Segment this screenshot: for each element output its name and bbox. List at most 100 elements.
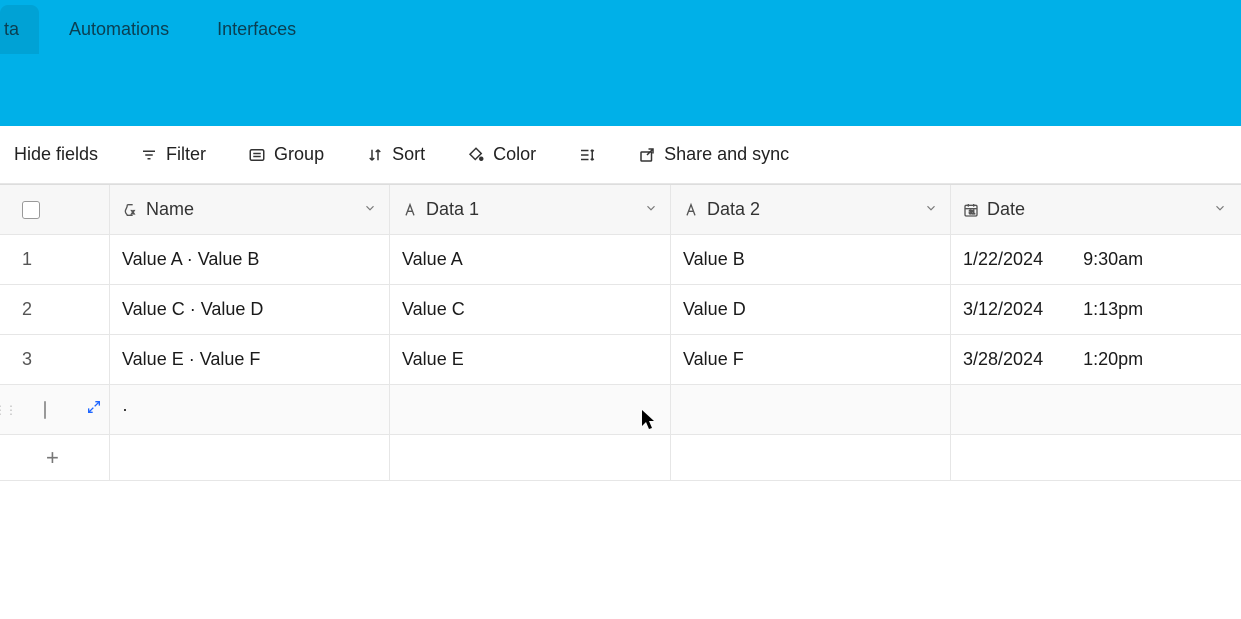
header-spacer: [0, 58, 1241, 126]
color-label: Color: [493, 144, 536, 165]
plus-icon: +: [22, 445, 59, 471]
cell-value: Value C · Value D: [122, 299, 263, 320]
cell-value: Value F: [683, 349, 744, 370]
row-num-label: 2: [22, 299, 32, 320]
cell-data1[interactable]: Value A: [390, 235, 671, 284]
share-sync-label: Share and sync: [664, 144, 789, 165]
new-row[interactable]: ⋮⋮ ·: [0, 385, 1241, 435]
drag-handle-icon[interactable]: ⋮⋮: [0, 403, 16, 417]
svg-text:31: 31: [969, 210, 975, 216]
new-row-name[interactable]: ·: [110, 385, 390, 434]
cell-date[interactable]: 3/12/2024 1:13pm: [951, 285, 1239, 334]
top-header: ta Automations Interfaces: [0, 0, 1241, 126]
cell-value: Value A: [402, 249, 463, 270]
time-value: 9:30am: [1083, 249, 1143, 270]
column-header-name[interactable]: x Name: [110, 185, 390, 234]
sort-button[interactable]: Sort: [360, 140, 431, 169]
cell-date[interactable]: 3/28/2024 1:20pm: [951, 335, 1239, 384]
group-label: Group: [274, 144, 324, 165]
tab-data[interactable]: ta: [0, 5, 39, 54]
row-num-label: 3: [22, 349, 32, 370]
column-header-data2[interactable]: Data 2: [671, 185, 951, 234]
cell-data2[interactable]: Value D: [671, 285, 951, 334]
sort-label: Sort: [392, 144, 425, 165]
column-header-data1[interactable]: Data 1: [390, 185, 671, 234]
new-row-data1[interactable]: [390, 385, 671, 434]
column-header-date[interactable]: 31 Date: [951, 185, 1239, 234]
empty-cell: [671, 435, 951, 480]
cell-data1[interactable]: Value E: [390, 335, 671, 384]
chevron-down-icon[interactable]: [1213, 199, 1227, 220]
cell-value: Value A · Value B: [122, 249, 259, 270]
row-height-button[interactable]: [572, 142, 602, 168]
time-value: 1:13pm: [1083, 299, 1143, 320]
cell-name[interactable]: Value C · Value D: [110, 285, 390, 334]
cell-value: Value E: [402, 349, 464, 370]
new-row-controls: ⋮⋮: [0, 385, 110, 434]
chevron-down-icon[interactable]: [924, 199, 938, 220]
svg-text:x: x: [131, 210, 134, 216]
tab-interfaces[interactable]: Interfaces: [193, 5, 320, 54]
cell-data2[interactable]: Value B: [671, 235, 951, 284]
cell-value: Value E · Value F: [122, 349, 260, 370]
header-checkbox-cell[interactable]: [0, 185, 110, 234]
empty-cell: [110, 435, 390, 480]
filter-icon: [140, 146, 158, 164]
cell-value: Value C: [402, 299, 465, 320]
filter-label: Filter: [166, 144, 206, 165]
row-number: 2: [0, 285, 110, 334]
new-row-data2[interactable]: [671, 385, 951, 434]
expand-icon[interactable]: [86, 399, 102, 420]
text-icon: [402, 202, 418, 218]
table-row[interactable]: 1 Value A · Value B Value A Value B 1/22…: [0, 235, 1241, 285]
table-row[interactable]: 2 Value C · Value D Value C Value D 3/12…: [0, 285, 1241, 335]
select-all-checkbox[interactable]: [22, 201, 40, 219]
column-name-label: Name: [146, 199, 194, 220]
empty-cell: [390, 435, 671, 480]
column-date-label: Date: [987, 199, 1025, 220]
grid-header-row: x Name Data 1 Data 2 31 Date: [0, 185, 1241, 235]
color-button[interactable]: Color: [461, 140, 542, 169]
paint-icon: [467, 146, 485, 164]
chevron-down-icon[interactable]: [363, 199, 377, 220]
time-value: 1:20pm: [1083, 349, 1143, 370]
column-data1-label: Data 1: [426, 199, 479, 220]
empty-cell: [951, 435, 1239, 480]
formula-icon: x: [122, 202, 138, 218]
row-number: 1: [0, 235, 110, 284]
hide-fields-label: Hide fields: [14, 144, 98, 165]
sort-icon: [366, 146, 384, 164]
cell-data2[interactable]: Value F: [671, 335, 951, 384]
share-sync-button[interactable]: Share and sync: [632, 140, 795, 169]
tab-automations-label: Automations: [69, 19, 169, 39]
chevron-down-icon[interactable]: [644, 199, 658, 220]
row-num-label: 1: [22, 249, 32, 270]
tab-data-label: ta: [0, 19, 19, 39]
tab-interfaces-label: Interfaces: [217, 19, 296, 39]
row-checkbox[interactable]: [44, 401, 46, 419]
data-grid: x Name Data 1 Data 2 31 Date: [0, 184, 1241, 481]
cell-name[interactable]: Value A · Value B: [110, 235, 390, 284]
calendar-icon: 31: [963, 202, 979, 218]
group-icon: [248, 146, 266, 164]
cell-value: Value D: [683, 299, 746, 320]
top-tabs: ta Automations Interfaces: [0, 0, 1241, 58]
row-number: 3: [0, 335, 110, 384]
date-value: 1/22/2024: [963, 249, 1043, 270]
group-button[interactable]: Group: [242, 140, 330, 169]
add-row-button[interactable]: +: [0, 435, 1241, 481]
cell-value: Value B: [683, 249, 745, 270]
table-row[interactable]: 3 Value E · Value F Value E Value F 3/28…: [0, 335, 1241, 385]
new-row-date[interactable]: [951, 385, 1239, 434]
hide-fields-button[interactable]: Hide fields: [8, 140, 104, 169]
date-value: 3/28/2024: [963, 349, 1043, 370]
cell-name[interactable]: Value E · Value F: [110, 335, 390, 384]
cell-data1[interactable]: Value C: [390, 285, 671, 334]
empty-dot: ·: [122, 399, 128, 420]
cell-date[interactable]: 1/22/2024 9:30am: [951, 235, 1239, 284]
tab-automations[interactable]: Automations: [45, 5, 193, 54]
add-row-cell: +: [0, 435, 110, 480]
filter-button[interactable]: Filter: [134, 140, 212, 169]
text-icon: [683, 202, 699, 218]
date-value: 3/12/2024: [963, 299, 1043, 320]
